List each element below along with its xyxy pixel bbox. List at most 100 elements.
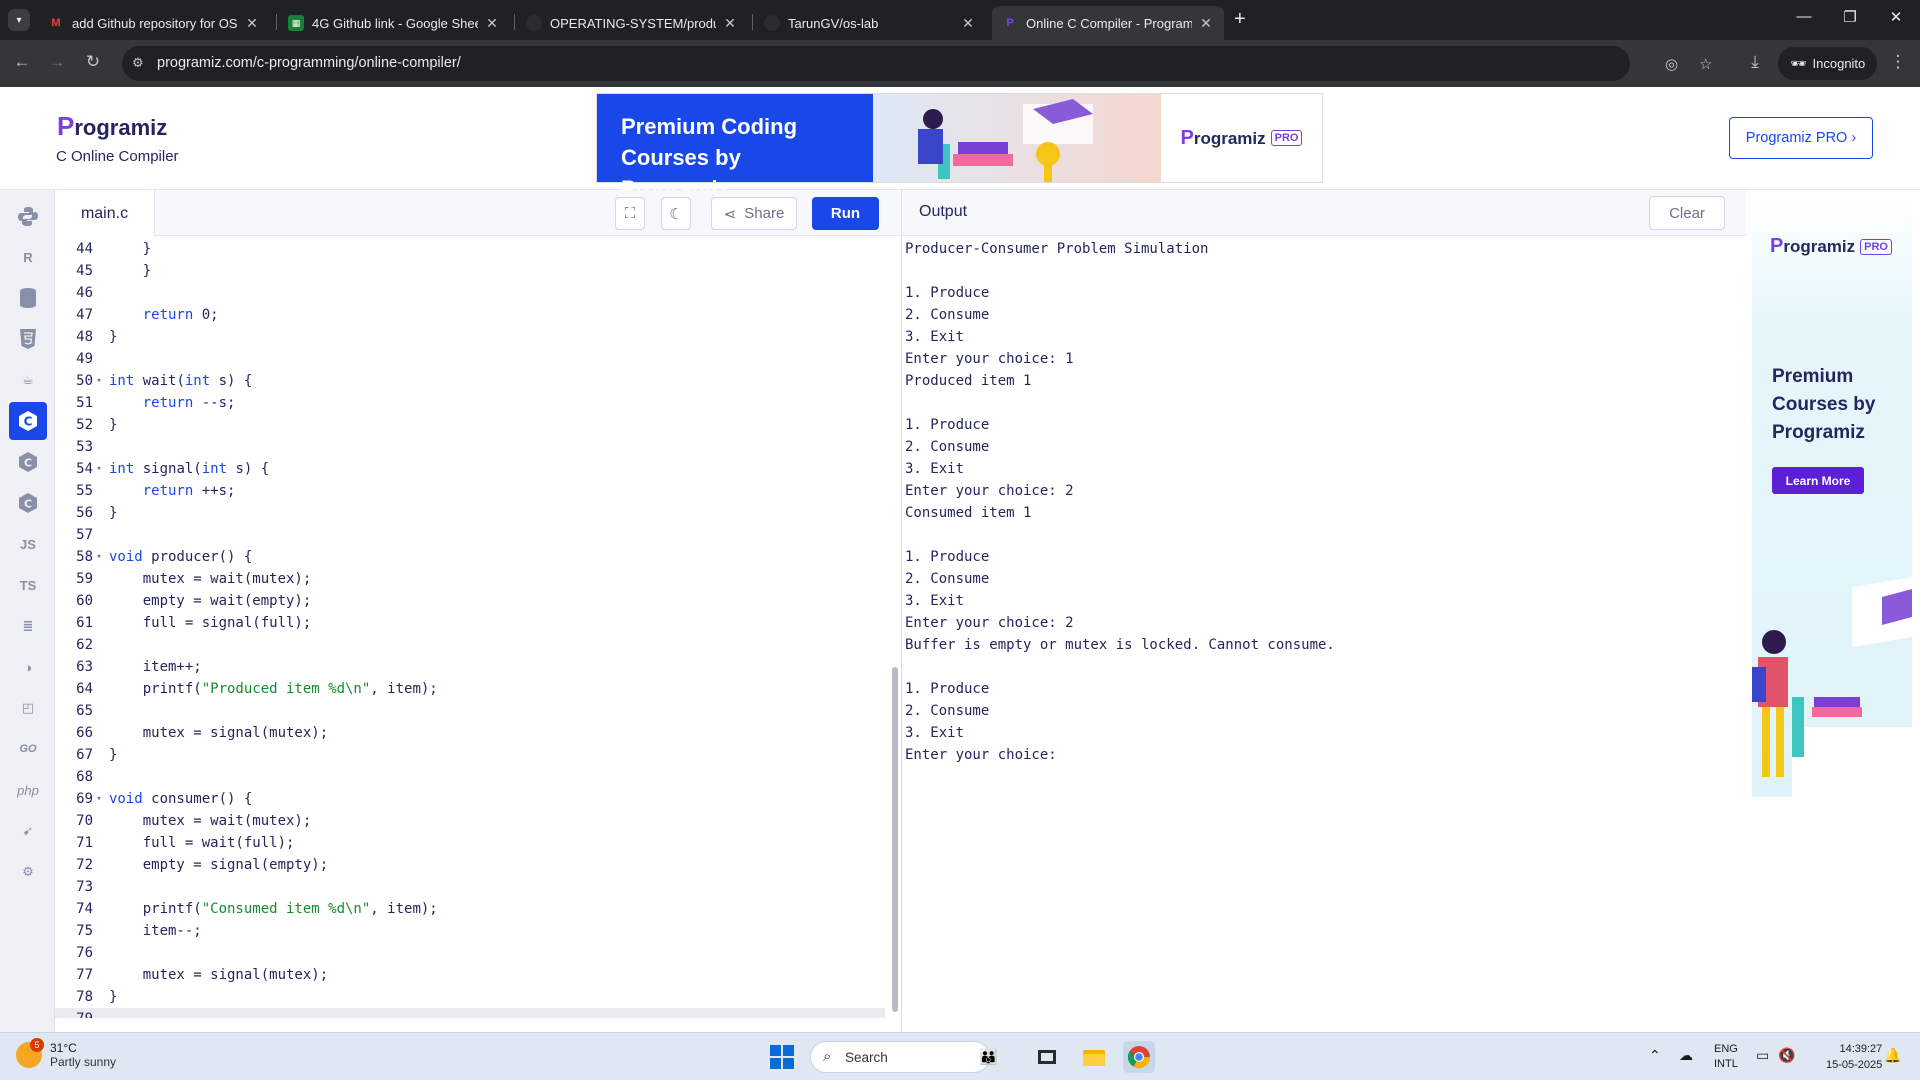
tab-gmail[interactable]: M add Github repository for OS in ✕ xyxy=(38,6,270,40)
code-line[interactable]: 65 xyxy=(55,700,885,722)
go-lang-alt-icon[interactable]: ◑ xyxy=(9,648,47,686)
onedrive-icon[interactable]: ☁ xyxy=(1679,1047,1693,1064)
code-line[interactable]: 45 } xyxy=(55,260,885,282)
code-line[interactable]: 49 xyxy=(55,348,885,370)
code-line[interactable]: 66 mutex = signal(mutex); xyxy=(55,722,885,744)
csharp-icon[interactable]: C xyxy=(9,484,47,522)
eye-off-icon[interactable]: ◎ xyxy=(1665,55,1678,73)
code-line[interactable]: 74 printf("Consumed item %d\n", item); xyxy=(55,898,885,920)
code-line[interactable]: 46 xyxy=(55,282,885,304)
code-line[interactable]: 59 mutex = wait(mutex); xyxy=(55,568,885,590)
python-icon[interactable] xyxy=(9,197,47,235)
code-line[interactable]: 51 return --s; xyxy=(55,392,885,414)
close-icon[interactable]: ✕ xyxy=(484,15,500,32)
rust-icon[interactable]: ⚙ xyxy=(9,853,47,891)
cpp-icon[interactable]: C xyxy=(9,443,47,481)
close-icon[interactable]: ✕ xyxy=(722,15,738,32)
code-line[interactable]: 57 xyxy=(55,524,885,546)
taskbar-search[interactable]: ⌕ Search 👪 xyxy=(810,1041,998,1073)
fullscreen-icon[interactable]: ⛶ xyxy=(615,197,645,230)
code-line[interactable]: 63 item++; xyxy=(55,656,885,678)
tab-sheets[interactable]: ▦ 4G Github link - Google Sheets ✕ xyxy=(278,6,510,40)
java-icon[interactable]: ☕ xyxy=(9,361,47,399)
html-icon[interactable] xyxy=(9,320,47,358)
tab-search-icon[interactable]: ▾ xyxy=(8,9,30,31)
code-line[interactable]: 72 empty = signal(empty); xyxy=(55,854,885,876)
code-line[interactable]: 73 xyxy=(55,876,885,898)
new-tab-icon[interactable]: + xyxy=(1234,8,1246,31)
tray-chevron-up-icon[interactable]: ⌃ xyxy=(1649,1047,1661,1064)
minimize-icon[interactable]: — xyxy=(1794,8,1814,25)
incognito-badge[interactable]: 🕶 Incognito xyxy=(1778,47,1878,80)
code-line[interactable]: 54 ▾ int signal(int s) { xyxy=(55,458,885,480)
learn-more-button[interactable]: Learn More xyxy=(1772,467,1864,494)
fold-chevron-icon[interactable]: ▾ xyxy=(93,546,105,568)
chrome-icon[interactable] xyxy=(1123,1041,1155,1073)
window-close-icon[interactable]: ✕ xyxy=(1886,8,1906,26)
sql-icon[interactable] xyxy=(9,279,47,317)
volume-mute-icon[interactable]: 🔇 xyxy=(1778,1047,1795,1064)
code-line[interactable]: 61 full = signal(full); xyxy=(55,612,885,634)
code-line[interactable]: 70 mutex = wait(mutex); xyxy=(55,810,885,832)
clear-button[interactable]: Clear xyxy=(1649,196,1725,230)
share-button[interactable]: ⋖ Share xyxy=(711,197,797,230)
ad-banner[interactable]: Premium Coding Courses by Programiz Prog… xyxy=(596,93,1323,201)
windows-start-icon[interactable] xyxy=(770,1045,794,1069)
menu-kebab-icon[interactable]: ⋮ xyxy=(1887,52,1909,72)
code-line[interactable]: 67} xyxy=(55,744,885,766)
programiz-logo[interactable]: Programiz xyxy=(57,111,167,142)
code-line[interactable]: 78} xyxy=(55,986,885,1008)
r-icon[interactable]: R xyxy=(9,238,47,276)
code-line[interactable]: 64 printf("Produced item %d\n", item); xyxy=(55,678,885,700)
code-line[interactable]: 56} xyxy=(55,502,885,524)
fold-chevron-icon[interactable]: ▾ xyxy=(93,458,105,480)
system-clock[interactable]: 14:39:27 15-05-2025 xyxy=(1826,1041,1882,1073)
file-tab-main-c[interactable]: main.c xyxy=(55,190,155,237)
code-line[interactable]: 60 empty = wait(empty); xyxy=(55,590,885,612)
php-icon[interactable]: php xyxy=(9,771,47,809)
network-icon[interactable]: ▭ xyxy=(1756,1047,1769,1064)
notification-bell-icon[interactable]: 🔔 xyxy=(1884,1047,1901,1064)
task-view-icon[interactable] xyxy=(1031,1041,1063,1073)
url-text[interactable]: programiz.com/c-programming/online-compi… xyxy=(157,55,461,71)
code-line[interactable]: 76 xyxy=(55,942,885,964)
dark-mode-icon[interactable]: ☾ xyxy=(661,197,691,230)
side-ad[interactable]: Programiz PRO Premium Courses by Program… xyxy=(1752,197,1912,797)
chart-lang-icon[interactable]: ◰ xyxy=(9,689,47,727)
code-line[interactable]: 79 xyxy=(55,1008,885,1018)
code-area[interactable]: 44 } 45 } 46 47 return 0; 48} 49 50 ▾ int wait(i… xyxy=(55,238,895,1018)
code-line[interactable]: 53 xyxy=(55,436,885,458)
code-line[interactable]: 44 } xyxy=(55,238,885,260)
close-icon[interactable]: ✕ xyxy=(244,15,260,32)
kotlin-icon[interactable]: ≣ xyxy=(9,607,47,645)
weather-widget[interactable]: 5 31°C Partly sunny xyxy=(16,1038,116,1069)
code-line[interactable]: 68 xyxy=(55,766,885,788)
restore-icon[interactable]: ❐ xyxy=(1840,8,1860,26)
code-line[interactable]: 50 ▾ int wait(int s) { xyxy=(55,370,885,392)
c-icon[interactable]: C xyxy=(9,402,47,440)
close-icon[interactable]: ✕ xyxy=(960,15,976,32)
go-icon[interactable]: GO xyxy=(9,730,47,768)
forward-icon[interactable]: → xyxy=(46,52,68,72)
code-line[interactable]: 47 return 0; xyxy=(55,304,885,326)
file-explorer-icon[interactable] xyxy=(1078,1041,1110,1073)
tab-github-producer[interactable]: OPERATING-SYSTEM/producer ✕ xyxy=(516,6,748,40)
code-line[interactable]: 62 xyxy=(55,634,885,656)
code-line[interactable]: 77 mutex = signal(mutex); xyxy=(55,964,885,986)
fold-chevron-icon[interactable]: ▾ xyxy=(93,788,105,810)
js-icon[interactable]: JS xyxy=(9,525,47,563)
code-line[interactable]: 75 item--; xyxy=(55,920,885,942)
programiz-pro-button[interactable]: Programiz PRO › xyxy=(1729,117,1873,159)
language-indicator[interactable]: ENG INTL xyxy=(1714,1042,1738,1072)
reload-icon[interactable]: ↻ xyxy=(82,52,104,72)
swift-icon[interactable]: ➹ xyxy=(9,812,47,850)
code-line[interactable]: 55 return ++s; xyxy=(55,480,885,502)
tab-programiz[interactable]: P Online C Compiler - Programiz ✕ xyxy=(992,6,1224,40)
address-bar[interactable]: ⚙ programiz.com/c-programming/online-com… xyxy=(122,46,1712,81)
download-icon[interactable]: ⤓ xyxy=(1744,52,1766,72)
back-icon[interactable]: ← xyxy=(11,52,33,72)
output-console[interactable]: Producer-Consumer Problem Simulation 1. P… xyxy=(905,238,1335,766)
ts-icon[interactable]: TS xyxy=(9,566,47,604)
code-line[interactable]: 58 ▾ void producer() { xyxy=(55,546,885,568)
run-button[interactable]: Run xyxy=(812,197,879,230)
